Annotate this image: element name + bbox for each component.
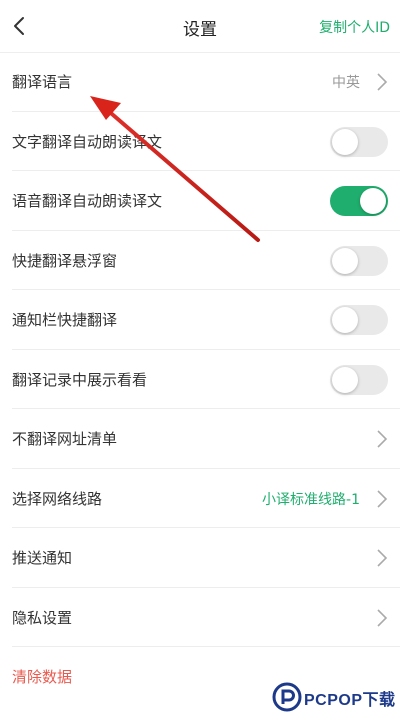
setting-value: 中英 <box>332 75 360 91</box>
chevron-right-icon <box>377 430 388 448</box>
toggle-switch[interactable] <box>330 126 388 157</box>
setting-floating-window: 快捷翻译悬浮窗 <box>12 231 400 290</box>
toggle-knob <box>332 366 358 393</box>
toggle-knob <box>332 128 358 155</box>
watermark-brand: PCPOP下载 <box>304 692 396 709</box>
setting-value: 小译标准线路-1 <box>262 491 360 508</box>
setting-text-auto-read: 文字翻译自动朗读译文 <box>12 112 400 171</box>
toggle-knob <box>332 247 358 274</box>
setting-voice-auto-read: 语音翻译自动朗读译文 <box>12 171 400 231</box>
toggle-knob <box>360 188 386 214</box>
setting-label: 翻译语言 <box>12 73 73 91</box>
pcpop-logo-icon <box>272 682 302 712</box>
copy-id-button[interactable]: 复制个人ID <box>319 17 390 37</box>
setting-push-notifications[interactable]: 推送通知 <box>12 528 400 588</box>
toggle-knob <box>332 307 358 333</box>
chevron-right-icon <box>377 73 388 91</box>
setting-notification-translate: 通知栏快捷翻译 <box>12 290 400 350</box>
toggle-switch[interactable] <box>330 186 388 216</box>
clear-data-label: 清除数据 <box>12 668 73 686</box>
setting-show-in-history: 翻译记录中展示看看 <box>12 350 400 409</box>
setting-privacy[interactable]: 隐私设置 <box>12 588 400 647</box>
setting-label: 不翻译网址清单 <box>12 430 118 448</box>
setting-label: 文字翻译自动朗读译文 <box>12 132 163 151</box>
chevron-right-icon <box>377 608 388 627</box>
setting-label: 语音翻译自动朗读译文 <box>12 192 163 210</box>
setting-label: 快捷翻译悬浮窗 <box>12 251 118 270</box>
top-bar: 设置 复制个人ID <box>0 0 400 53</box>
chevron-right-icon <box>377 489 388 508</box>
setting-label: 通知栏快捷翻译 <box>12 311 118 329</box>
chevron-right-icon <box>377 549 388 567</box>
setting-label: 选择网络线路 <box>12 489 103 508</box>
setting-label: 翻译记录中展示看看 <box>12 370 148 389</box>
setting-url-exclusion-list[interactable]: 不翻译网址清单 <box>12 409 400 469</box>
setting-translation-language[interactable]: 翻译语言 中英 <box>12 52 400 112</box>
pcpop-watermark: PCPOP下载 <box>272 682 400 716</box>
setting-label: 隐私设置 <box>12 608 73 627</box>
toggle-switch[interactable] <box>330 245 388 276</box>
setting-label: 推送通知 <box>12 549 73 567</box>
toggle-switch[interactable] <box>330 364 388 395</box>
settings-list: 翻译语言 中英 文字翻译自动朗读译文 语音翻译自动朗读译文 快捷翻译悬浮窗 通知… <box>0 52 400 707</box>
toggle-switch[interactable] <box>330 305 388 335</box>
setting-network-route[interactable]: 选择网络线路 小译标准线路-1 <box>12 469 400 528</box>
